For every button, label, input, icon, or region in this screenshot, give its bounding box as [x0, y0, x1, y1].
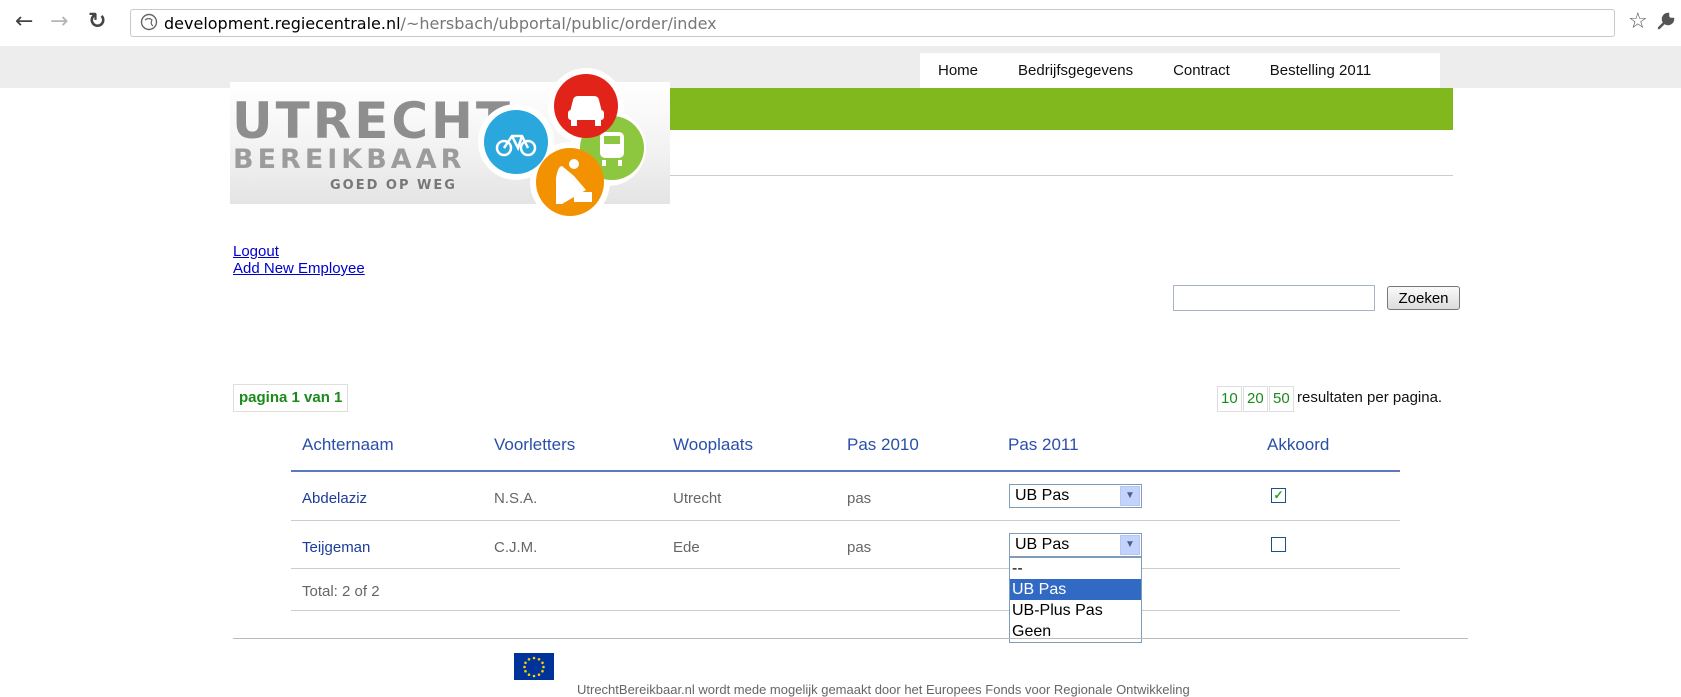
- reload-icon[interactable]: ↻: [88, 9, 106, 34]
- logout-link[interactable]: Logout: [233, 243, 279, 260]
- column-header-woonplaats[interactable]: Wooplaats: [673, 435, 753, 455]
- header-divider: [670, 175, 1453, 176]
- row-1-achternaam-link[interactable]: Abdelaziz: [302, 490, 367, 507]
- per-page-20[interactable]: 20: [1243, 386, 1268, 412]
- row-2-achternaam-link[interactable]: Teijgeman: [302, 539, 370, 556]
- row-2-pas2010: pas: [847, 539, 872, 556]
- star-icon[interactable]: ☆: [1628, 9, 1648, 34]
- chevron-down-icon: ▼: [1120, 535, 1140, 555]
- nav-item-contract[interactable]: Contract: [1173, 62, 1230, 79]
- per-page-10[interactable]: 10: [1217, 386, 1242, 412]
- search-input[interactable]: [1173, 285, 1375, 311]
- wrench-icon[interactable]: [1655, 10, 1677, 32]
- column-header-achternaam[interactable]: Achternaam: [302, 435, 394, 455]
- dropdown-option-none[interactable]: --: [1010, 558, 1141, 579]
- globe-icon: [140, 13, 158, 31]
- row-1-akkoord-checkbox[interactable]: ✓: [1271, 488, 1286, 503]
- logo-text-goed-op-weg: GOED OP WEG: [330, 178, 457, 193]
- footer-divider: [233, 638, 1468, 639]
- per-page-50[interactable]: 50: [1269, 386, 1294, 412]
- nav-item-bestelling[interactable]: Bestelling 2011: [1270, 62, 1371, 79]
- row-1-pas2011-select[interactable]: UB Pas ▼: [1009, 484, 1142, 508]
- column-header-voorletters[interactable]: Voorletters: [494, 435, 575, 455]
- row-divider: [291, 568, 1400, 569]
- table-total: Total: 2 of 2: [302, 583, 380, 600]
- nav-item-home[interactable]: Home: [938, 62, 978, 79]
- dropdown-option-ub-plus-pas[interactable]: UB-Plus Pas: [1010, 600, 1141, 621]
- row-2-pas2011-value: UB Pas: [1015, 536, 1070, 553]
- search-button[interactable]: Zoeken: [1387, 286, 1460, 310]
- per-page-label: resultaten per pagina.: [1297, 389, 1443, 406]
- column-header-akkoord[interactable]: Akkoord: [1267, 435, 1329, 455]
- nav-item-bedrijfsgegevens[interactable]: Bedrijfsgegevens: [1018, 62, 1133, 79]
- table-header-line: [291, 470, 1400, 472]
- row-2-akkoord-checkbox[interactable]: [1271, 537, 1286, 552]
- url-host: development.regiecentrale.nl: [164, 14, 401, 33]
- back-arrow-icon[interactable]: ←: [15, 9, 33, 34]
- chevron-down-icon: ▼: [1120, 486, 1140, 506]
- url-text: development.regiecentrale.nl/~hersbach/u…: [164, 14, 717, 33]
- column-header-pas2010[interactable]: Pas 2010: [847, 435, 919, 455]
- row-1-voorletters: N.S.A.: [494, 490, 538, 507]
- green-banner: [670, 88, 1453, 130]
- row-2-voorletters: C.J.M.: [494, 539, 538, 556]
- logo-text-bereikbaar: BEREIKBAAR: [233, 144, 466, 175]
- row-1-pas2010: pas: [847, 490, 872, 507]
- main-navigation: Home Bedrijfsgegevens Contract Bestellin…: [920, 53, 1440, 88]
- pas2011-dropdown-list: -- UB Pas UB-Plus Pas Geen: [1009, 557, 1142, 643]
- forward-arrow-icon[interactable]: →: [50, 9, 68, 34]
- url-path: /~hersbach/ubportal/public/order/index: [400, 14, 717, 33]
- logo-circles: [478, 66, 678, 226]
- eu-flag-icon: [514, 653, 554, 680]
- row-divider: [291, 520, 1400, 521]
- add-employee-link[interactable]: Add New Employee: [233, 260, 365, 277]
- row-divider: [291, 610, 1400, 611]
- logo-text-utrecht: UTRECHT: [232, 92, 514, 150]
- page-indicator: pagina 1 van 1: [233, 384, 349, 412]
- dropdown-option-ub-pas[interactable]: UB Pas: [1010, 579, 1141, 600]
- row-1-woonplaats: Utrecht: [673, 490, 722, 507]
- row-1-pas2011-value: UB Pas: [1015, 487, 1070, 504]
- column-header-pas2011[interactable]: Pas 2011: [1008, 435, 1079, 455]
- row-2-pas2011-select[interactable]: UB Pas ▼: [1009, 533, 1142, 557]
- row-2-woonplaats: Ede: [673, 539, 700, 556]
